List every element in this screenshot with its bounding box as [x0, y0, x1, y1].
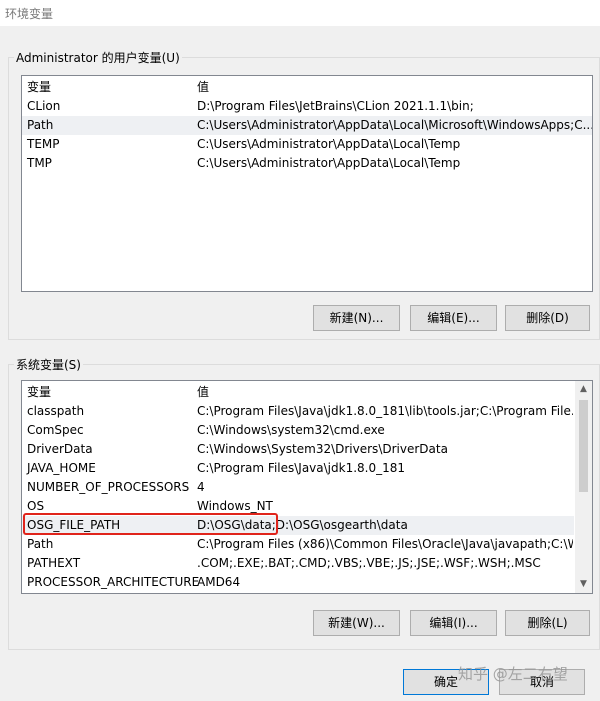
table-row[interactable]: DriverData C:\Windows\System32\Drivers\D…: [22, 440, 574, 459]
system-list-header: 变量 值: [22, 383, 574, 402]
user-list-header: 变量 值: [22, 78, 592, 97]
table-row[interactable]: ComSpec C:\Windows\system32\cmd.exe: [22, 421, 574, 440]
table-row[interactable]: classpath C:\Program Files\Java\jdk1.8.0…: [22, 402, 574, 421]
scrollbar-thumb[interactable]: [579, 400, 588, 492]
column-header-name[interactable]: 变量: [27, 78, 51, 97]
system-delete-button[interactable]: 删除(L): [505, 610, 590, 636]
row-value: C:\Users\Administrator\AppData\Local\Tem…: [197, 137, 461, 151]
row-value: C:\Program Files (x86)\Common Files\Orac…: [197, 537, 573, 551]
user-delete-button[interactable]: 删除(D): [505, 305, 590, 331]
row-name: PATHEXT: [27, 556, 81, 570]
row-name: TEMP: [27, 137, 60, 151]
row-name: Path: [27, 537, 54, 551]
row-value: D:\Program Files\JetBrains\CLion 2021.1.…: [197, 99, 474, 113]
table-row[interactable]: CLion D:\Program Files\JetBrains\CLion 2…: [22, 97, 592, 116]
row-name: NUMBER_OF_PROCESSORS: [27, 480, 190, 494]
table-row[interactable]: TMP C:\Users\Administrator\AppData\Local…: [22, 154, 592, 173]
table-row[interactable]: NUMBER_OF_PROCESSORS 4: [22, 478, 574, 497]
row-value: C:\Windows\System32\Drivers\DriverData: [197, 442, 448, 456]
chevron-up-icon[interactable]: ▲: [575, 381, 592, 398]
user-variables-list[interactable]: 变量 值 CLion D:\Program Files\JetBrains\CL…: [21, 75, 593, 292]
system-variables-label: 系统变量(S): [14, 356, 83, 373]
user-edit-button[interactable]: 编辑(E)...: [410, 305, 497, 331]
row-name: JAVA_HOME: [27, 461, 96, 475]
column-header-name[interactable]: 变量: [27, 383, 51, 402]
table-row[interactable]: TEMP C:\Users\Administrator\AppData\Loca…: [22, 135, 592, 154]
column-header-value[interactable]: 值: [197, 78, 209, 97]
window-title: 环境变量: [5, 7, 54, 21]
row-value: C:\Windows\system32\cmd.exe: [197, 423, 385, 437]
highlight-annotation: [23, 513, 278, 535]
table-row-selected[interactable]: Path C:\Users\Administrator\AppData\Loca…: [22, 116, 592, 135]
system-new-button[interactable]: 新建(W)...: [313, 610, 400, 636]
row-name: DriverData: [27, 442, 93, 456]
user-new-button[interactable]: 新建(N)...: [313, 305, 400, 331]
user-variables-label: Administrator 的用户变量(U): [14, 49, 182, 66]
column-header-value[interactable]: 值: [197, 383, 209, 402]
row-name: classpath: [27, 404, 85, 418]
row-value: .COM;.EXE;.BAT;.CMD;.VBS;.VBE;.JS;.JSE;.…: [197, 556, 541, 570]
row-name: PROCESSOR_ARCHITECTURE: [27, 575, 200, 589]
row-value: C:\Users\Administrator\AppData\Local\Mic…: [197, 118, 593, 132]
row-name: TMP: [27, 156, 52, 170]
chevron-down-icon[interactable]: ▼: [575, 576, 592, 593]
vertical-scrollbar[interactable]: ▲ ▼: [575, 381, 592, 593]
row-name: Path: [27, 118, 54, 132]
watermark: 知乎 @左二右望: [458, 665, 568, 683]
table-row[interactable]: JAVA_HOME C:\Program Files\Java\jdk1.8.0…: [22, 459, 574, 478]
row-value: C:\Program Files\Java\jdk1.8.0_181: [197, 461, 406, 475]
row-value: C:\Users\Administrator\AppData\Local\Tem…: [197, 156, 461, 170]
row-value: C:\Program Files\Java\jdk1.8.0_181\lib\t…: [197, 404, 573, 418]
row-value: AMD64: [197, 575, 241, 589]
row-name: CLion: [27, 99, 61, 113]
table-row[interactable]: PROCESSOR_ARCHITECTURE AMD64: [22, 573, 574, 592]
table-row[interactable]: PATHEXT .COM;.EXE;.BAT;.CMD;.VBS;.VBE;.J…: [22, 554, 574, 573]
system-edit-button[interactable]: 编辑(I)...: [410, 610, 497, 636]
system-variables-list[interactable]: 变量 值 classpath C:\Program Files\Java\jdk…: [21, 380, 593, 594]
title-bar: 环境变量: [0, 0, 600, 26]
row-name: ComSpec: [27, 423, 84, 437]
table-row[interactable]: Path C:\Program Files (x86)\Common Files…: [22, 535, 574, 554]
row-value: 4: [197, 480, 205, 494]
